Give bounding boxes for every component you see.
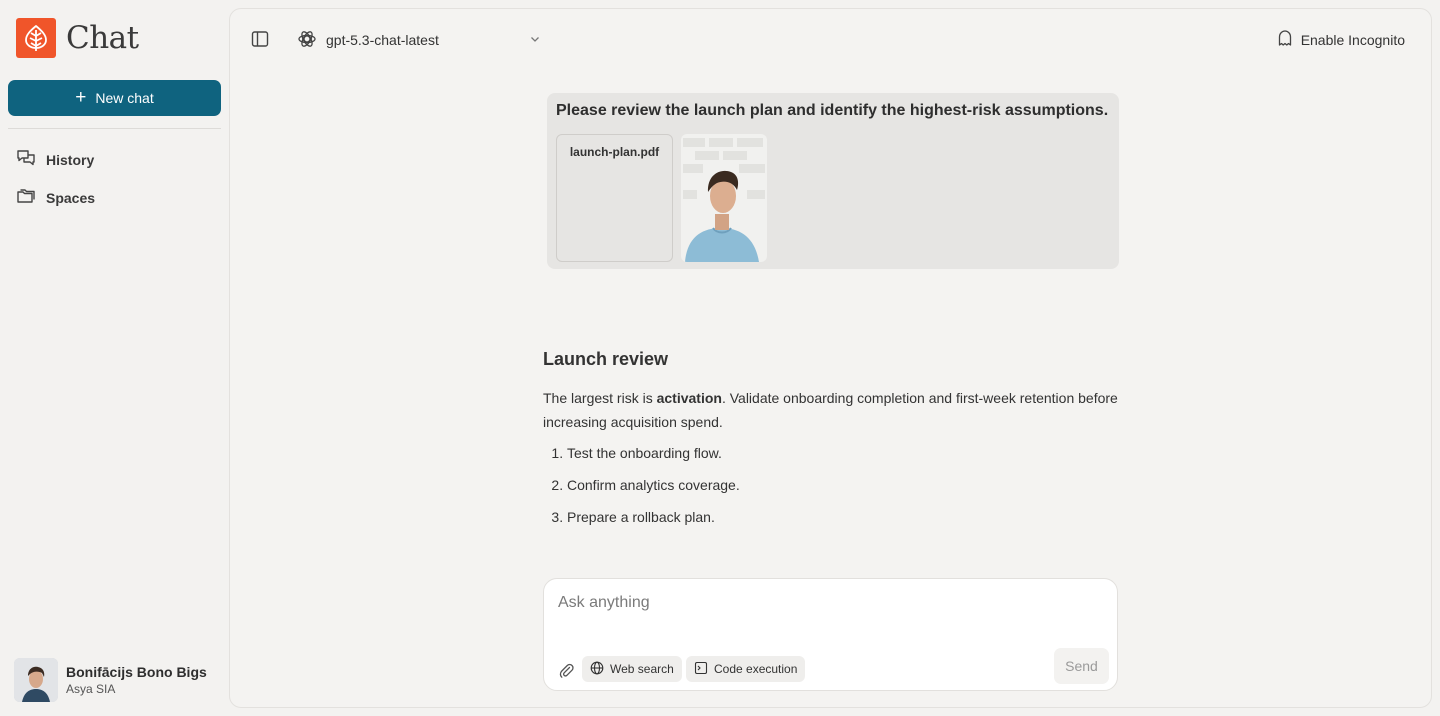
avatar xyxy=(14,658,58,702)
user-org: Asya SIA xyxy=(66,682,116,696)
sidebar-item-history[interactable]: History xyxy=(16,148,94,171)
web-search-label: Web search xyxy=(610,662,674,676)
sidebar-item-label: History xyxy=(46,151,95,168)
brand-name: Chat xyxy=(66,20,139,56)
assistant-reply: Launch review The largest risk is activa… xyxy=(543,349,1123,540)
model-selector[interactable]: gpt-5.3-chat-latest xyxy=(297,27,541,53)
user-profile[interactable]: Bonifācijs Bono Bigs Asya SIA xyxy=(14,658,207,702)
composer: Web search Code execution Send xyxy=(543,578,1118,691)
plus-icon: + xyxy=(75,86,87,108)
message-input[interactable] xyxy=(558,591,1098,615)
attachment-file[interactable]: launch-plan.pdf xyxy=(556,134,673,262)
terminal-icon xyxy=(694,661,708,678)
reply-steps: Test the onboarding flow. Confirm analyt… xyxy=(543,444,1123,527)
user-name: Bonifācijs Bono Bigs xyxy=(66,664,207,680)
openai-icon xyxy=(297,29,317,52)
sidebar: Chat + New chat History Spaces Bonifācij… xyxy=(0,0,229,716)
list-item: Prepare a rollback plan. xyxy=(567,508,1123,527)
model-name: gpt-5.3-chat-latest xyxy=(326,32,439,48)
user-message-text: Please review the launch plan and identi… xyxy=(556,102,1109,119)
reply-text-start: The largest risk is xyxy=(543,390,657,406)
chevron-down-icon xyxy=(529,32,541,48)
folders-icon xyxy=(16,186,36,209)
enable-incognito-button[interactable]: Enable Incognito xyxy=(1277,29,1405,50)
send-button[interactable]: Send xyxy=(1054,648,1109,684)
incognito-label: Enable Incognito xyxy=(1300,31,1405,48)
chat-bubbles-icon xyxy=(16,148,36,171)
sidebar-divider xyxy=(8,128,221,129)
reply-title: Launch review xyxy=(543,349,669,369)
list-item: Confirm analytics coverage. xyxy=(567,476,1123,495)
attachment-file-name: launch-plan.pdf xyxy=(569,145,660,159)
main-panel: gpt-5.3-chat-latest Enable Incognito Ple… xyxy=(229,8,1432,708)
sidebar-item-spaces[interactable]: Spaces xyxy=(16,186,95,209)
attachment-image[interactable] xyxy=(681,134,767,262)
sidebar-item-label: Spaces xyxy=(46,189,96,206)
code-execution-label: Code execution xyxy=(714,662,798,676)
web-search-button[interactable]: Web search xyxy=(582,656,682,682)
user-info: Bonifācijs Bono Bigs Asya SIA xyxy=(66,664,207,696)
user-message: Please review the launch plan and identi… xyxy=(547,93,1119,269)
reply-emphasis: activation xyxy=(656,390,722,406)
paperclip-icon[interactable] xyxy=(558,661,574,679)
reply-paragraph: The largest risk is activation. Validate… xyxy=(543,386,1123,434)
code-execution-button[interactable]: Code execution xyxy=(686,656,806,682)
new-chat-label: New chat xyxy=(95,90,154,106)
sidebar-toggle-icon[interactable] xyxy=(250,29,270,49)
ghost-icon xyxy=(1277,29,1293,50)
list-item: Test the onboarding flow. xyxy=(567,444,1123,463)
leaf-icon xyxy=(16,18,56,58)
new-chat-button[interactable]: + New chat xyxy=(8,80,221,116)
globe-icon xyxy=(590,661,604,678)
brand[interactable]: Chat xyxy=(16,18,139,58)
